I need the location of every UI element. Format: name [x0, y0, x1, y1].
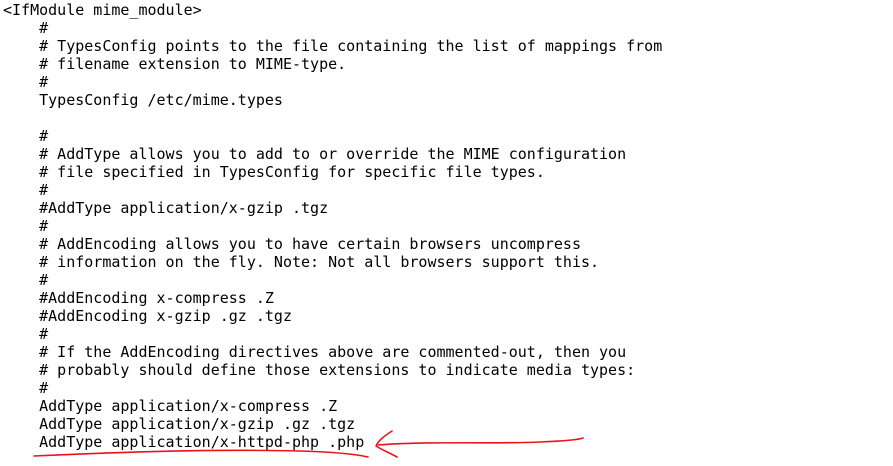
code-line-17: #AddEncoding x-compress .Z: [3, 289, 274, 307]
code-line-10: # file specified in TypesConfig for spec…: [3, 163, 545, 181]
code-line-4: # filename extension to MIME-type.: [3, 55, 347, 73]
code-line-23: AddType application/x-compress .Z: [3, 397, 338, 415]
code-line-15: # information on the fly. Note: Not all …: [3, 253, 600, 271]
code-line-16: #: [3, 271, 49, 289]
code-line-24: AddType application/x-gzip .gz .tgz: [3, 415, 356, 433]
code-line-11: #: [3, 181, 49, 199]
code-line-18: #AddEncoding x-gzip .gz .tgz: [3, 307, 292, 325]
code-line-2: #: [3, 19, 49, 37]
config-text-view[interactable]: <IfModule mime_module> # # TypesConfig p…: [3, 1, 888, 461]
code-line-22: #: [3, 379, 49, 397]
code-line-6: TypesConfig /etc/mime.types: [3, 91, 283, 109]
code-line-14: # AddEncoding allows you to have certain…: [3, 235, 581, 253]
code-line-5: #: [3, 73, 49, 91]
code-line-20: # If the AddEncoding directives above ar…: [3, 343, 627, 361]
code-line-3: # TypesConfig points to the file contain…: [3, 37, 663, 55]
code-line-8: #: [3, 127, 49, 145]
code-line-25-highlighted: AddType application/x-httpd-php .php: [3, 433, 365, 451]
code-line-19: #: [3, 325, 49, 343]
code-line-9: # AddType allows you to add to or overri…: [3, 145, 627, 163]
code-line-21: # probably should define those extension…: [3, 361, 636, 379]
code-line-1: <IfModule mime_module>: [3, 1, 202, 19]
code-line-12: #AddType application/x-gzip .tgz: [3, 199, 329, 217]
code-line-13: #: [3, 217, 49, 235]
